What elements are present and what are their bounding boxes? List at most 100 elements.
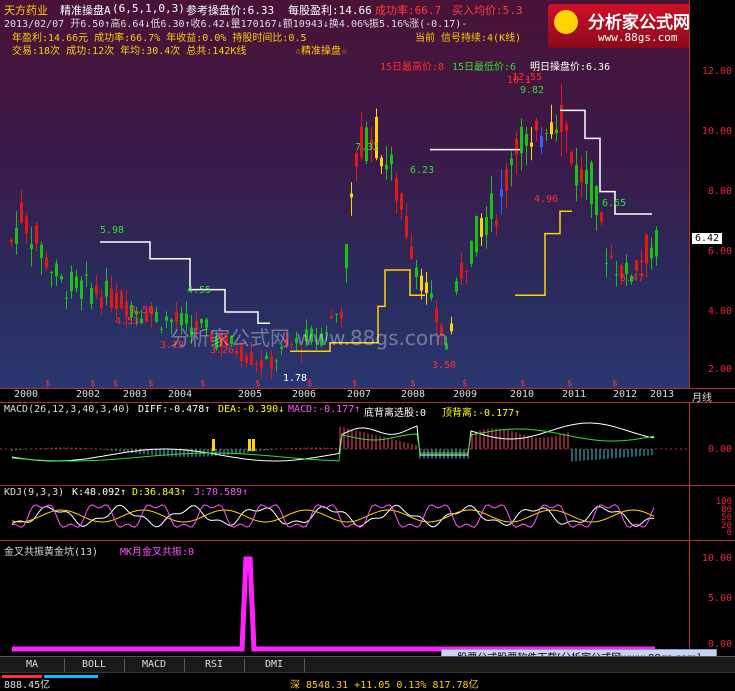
candle-body [555,129,558,134]
candle-body [515,139,518,155]
candle-body [400,193,403,210]
candle-body [55,263,58,277]
candle-body [40,244,43,259]
candle-body [545,133,548,135]
tab-dmi[interactable]: DMI [244,658,305,672]
price-chart-panel[interactable]: $ $ $ $ $ $ $ $ $ $ $ $ $12.55 9.82 5.98 4.53 4.56 3.18 3.… [0,0,689,388]
year-label: 2002 [76,389,101,400]
macd-value: MACD:-0.177↑ [288,404,361,415]
macd-dea-line [11,428,655,462]
year-label: 2013 [650,389,675,400]
candle-body [575,165,578,186]
price-annotation: 6.23 [410,165,434,176]
candle-body [560,105,563,133]
candle-body [535,120,538,131]
price-annotation: 4.96 [534,194,558,205]
candle-body [530,142,533,147]
current-price-badge: 6.42 [692,233,723,244]
candle-body [100,297,103,308]
signal-dollar-marker: $ [90,379,95,388]
candle-body [595,186,598,216]
golden-pit-pane[interactable]: 金叉共振黄金坑(13) MK月金叉共振:0 [0,540,689,657]
price-annotation: 3.50 [432,360,456,371]
candle-body [10,239,13,243]
macd-top-divergence: 顶背离:-0.177↑ [442,408,521,419]
candle-body [465,270,468,272]
ohlc-line: 2013/02/07 开6.50↑高6.64↓低6.30↑收6.42↓量1701… [4,19,468,30]
price-annotation: 7.32 [355,142,379,153]
candle-body [385,164,388,170]
signal-dollar-marker: $ [520,379,525,388]
candle-body [250,351,253,366]
macd-bottom-divergence: 底背离选股:0 [364,408,427,419]
price-tick: 4.00 [707,306,732,317]
price-tick: 6.00 [707,246,732,257]
candle-body [635,260,638,271]
candle-body [345,244,348,269]
macd-tick: 0.00 [707,444,732,455]
candle-body [335,313,338,315]
candle-body [590,162,593,205]
candle-body [60,276,63,280]
macd-diff: DIFF:-0.478↑ [138,404,211,415]
high-15: 15日最高价:8 [380,62,445,73]
candle-body [30,244,33,249]
candle-body [75,276,78,289]
candle-body [425,282,428,294]
candle-body [45,257,48,268]
candle-body [430,293,433,299]
candle-body [140,318,143,324]
year-label: 2008 [401,389,426,400]
year-label: 2007 [347,389,372,400]
price-tick: 8.00 [707,186,732,197]
candle-body [650,247,653,259]
candle-body [25,216,28,234]
tab-boll[interactable]: BOLL [64,658,125,672]
kdj-tick: 0 [726,528,732,538]
kdj-k: K:48.092↑ [72,487,127,498]
golden-axis: 10.00 5.00 0.00 [689,540,735,657]
golden-title: 金叉共振黄金坑(13) [4,547,99,558]
signal-dollar-marker: $ [567,379,572,388]
candle-body [120,291,123,309]
candle-body [520,126,523,154]
logo-name: 分析家公式网 [588,13,690,33]
signal-dollar-marker: $ [462,379,467,388]
macd-dea: DEA:-0.390↓ [218,404,285,415]
year-label: 2009 [453,389,478,400]
candle-body [605,263,608,265]
golden-pit-line [12,556,655,652]
candle-body [505,169,508,191]
candle-body [70,271,73,292]
candle-body [255,362,258,365]
signal-status: 当前 信号持续:4(K线) [415,33,522,44]
candle-body [275,360,278,362]
candle-body [500,188,503,197]
signal-dollar-marker: $ [307,379,312,388]
tab-ma[interactable]: MA [0,658,65,672]
candle-body [265,355,268,359]
macd-pane[interactable]: MACD(26,12,3,40,3,40) DIFF:-0.478↑ DEA:-… [0,402,689,486]
candle-body [475,215,478,253]
price-annotation: 10.1 [507,75,531,86]
signal-dollar-marker: $ [200,379,205,388]
tomorrow-price: 明日操盘价:6.36 [530,62,611,73]
year-label: 2005 [238,389,263,400]
candle-body [355,152,358,167]
signal-dollar-marker: $ [352,379,357,388]
signal-dollar-marker: $ [148,379,153,388]
signal-dollar-marker: $ [255,379,260,388]
candle-body [580,168,583,183]
candle-body [35,224,38,244]
candle-body [655,229,658,257]
price-annotation: 6.65 [602,198,626,209]
candle-body [550,122,553,135]
price-tick: 12.00 [701,66,732,77]
tab-macd[interactable]: MACD [124,658,185,672]
kdj-pane[interactable]: KDJ(9,3,3) K:48.092↑ D:36.843↑ J:70.589↑ [0,485,689,541]
macd-chart [0,422,689,462]
golden-pit-chart [12,556,655,652]
golden-tick: 5.00 [707,593,732,604]
year-label: 2000 [14,389,39,400]
tab-rsi[interactable]: RSI [184,658,245,672]
